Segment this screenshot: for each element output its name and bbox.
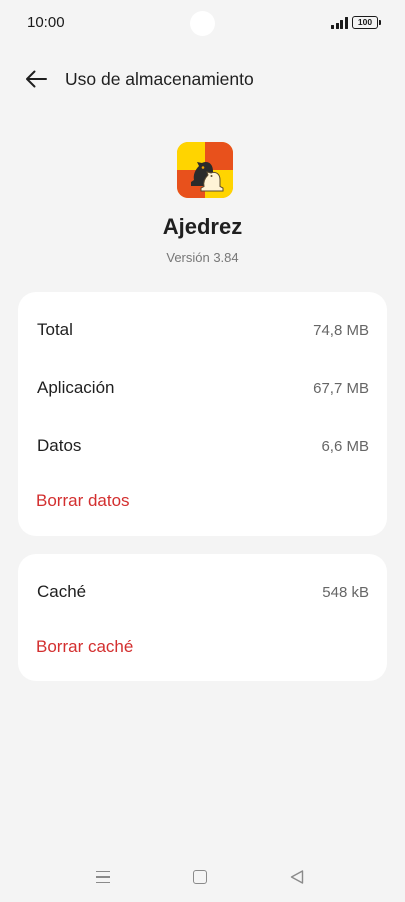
camera-cutout (190, 11, 215, 36)
triangle-back-icon[interactable] (289, 869, 305, 885)
storage-usage-screen: 10:00 100 Uso de almacenamiento Ajedrez … (0, 0, 405, 902)
battery-level: 100 (357, 17, 373, 27)
storage-row-app: Aplicación 67,7 MB (18, 374, 387, 404)
page-title: Uso de almacenamiento (65, 69, 254, 89)
battery-icon: 100 (352, 16, 381, 29)
storage-card: Total 74,8 MB Aplicación 67,7 MB Datos 6… (18, 292, 387, 536)
signal-icon (331, 17, 348, 29)
cache-row: Caché 548 kB (18, 578, 387, 608)
row-label: Caché (37, 582, 87, 601)
app-version: Versión 3.84 (166, 250, 239, 265)
menu-icon[interactable] (96, 870, 110, 884)
app-name: Ajedrez (162, 214, 243, 239)
home-square-icon[interactable] (193, 870, 207, 884)
storage-row-data: Datos 6,6 MB (18, 432, 387, 462)
chess-knight-icon (177, 142, 233, 198)
back-button[interactable] (20, 63, 52, 95)
storage-row-total: Total 74,8 MB (18, 316, 387, 346)
arrow-left-icon (26, 70, 47, 88)
row-value: 67,7 MB (313, 380, 369, 397)
clear-cache-button[interactable]: Borrar caché (36, 637, 133, 657)
row-label: Total (37, 320, 73, 339)
row-value: 74,8 MB (313, 322, 369, 339)
clear-data-button[interactable]: Borrar datos (36, 491, 130, 511)
row-label: Aplicación (37, 378, 115, 397)
status-time: 10:00 (27, 14, 65, 31)
row-label: Datos (37, 436, 82, 455)
navigation-bar (0, 860, 405, 894)
cache-card: Caché 548 kB Borrar caché (18, 554, 387, 681)
row-value: 548 kB (322, 584, 369, 601)
row-value: 6,6 MB (321, 438, 369, 455)
status-bar: 10:00 100 (0, 0, 405, 46)
